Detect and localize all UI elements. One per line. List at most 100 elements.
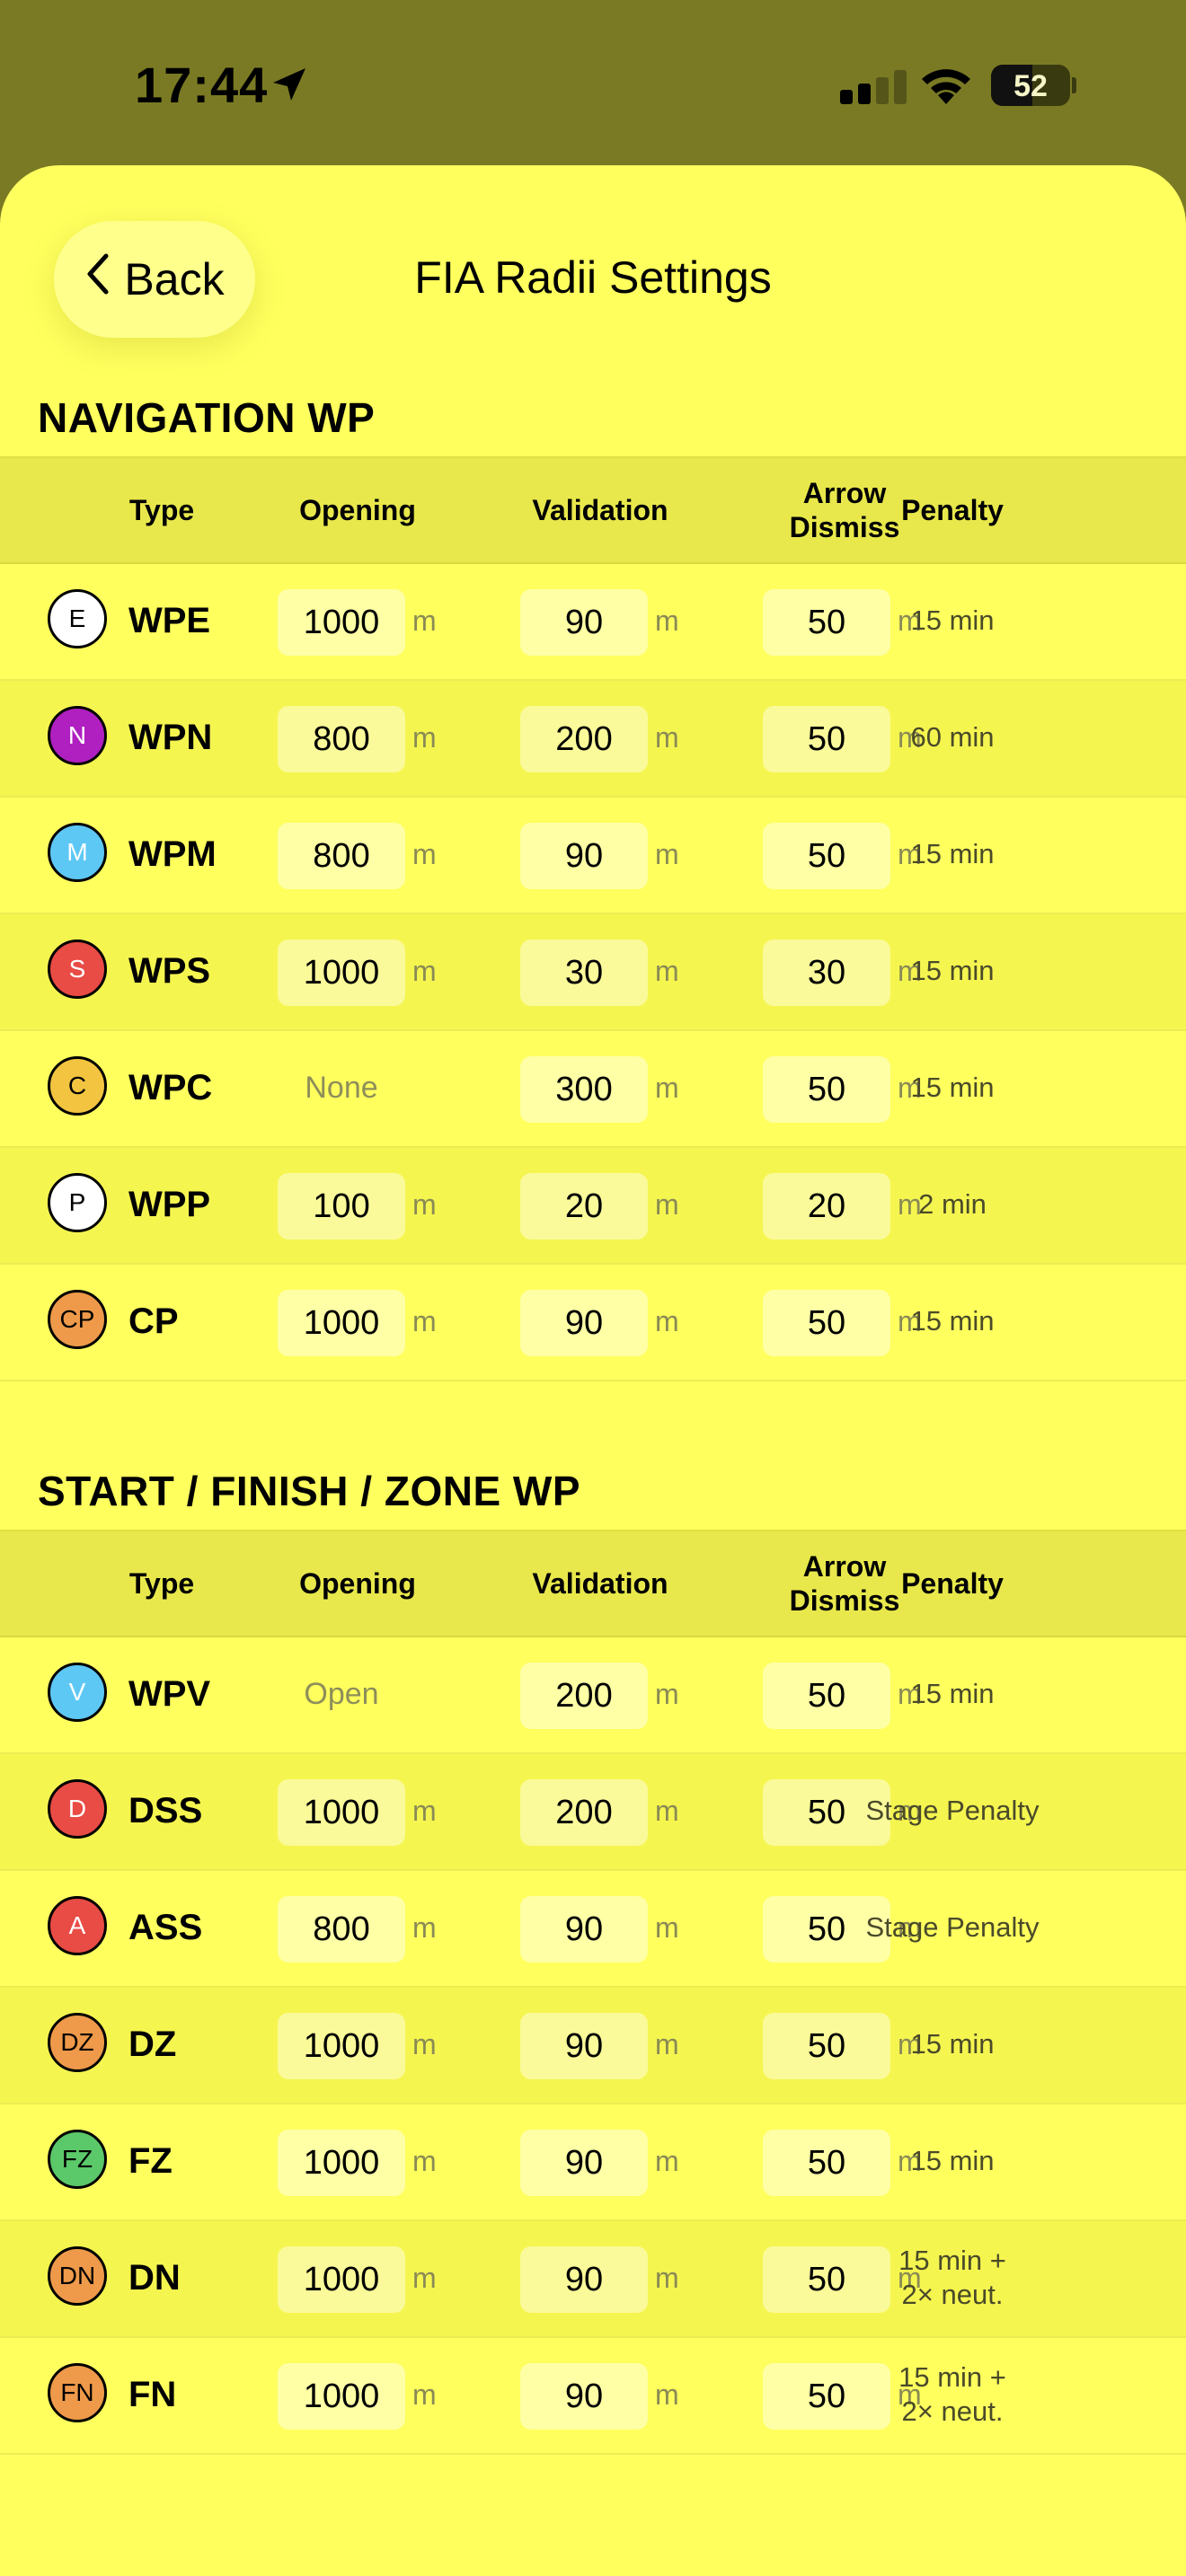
waypoint-badge-icon: E [48, 589, 107, 648]
waypoint-type-label: FN [128, 2374, 177, 2414]
opening-radius-input[interactable]: 1000 [278, 940, 405, 1006]
opening-unit-label: m [412, 2261, 437, 2294]
validation-radius-input[interactable]: 90 [520, 589, 648, 656]
opening-radius-value: None [305, 1070, 378, 1105]
column-header-type: Type [128, 494, 195, 526]
waypoint-badge-icon: S [48, 940, 107, 999]
radii-table: Type Opening Validation Arrow Dismiss Penalt… [0, 1530, 1186, 2455]
location-arrow-icon [270, 65, 309, 109]
opening-unit-label: m [412, 1304, 437, 1337]
radii-table: Type Opening Validation Arrow Dismiss Penalt… [0, 456, 1186, 1381]
table-row: DZ DZ 1000 m 90 m 50 m 15 min [0, 1988, 1186, 2104]
validation-radius-input[interactable]: 20 [520, 1173, 648, 1239]
waypoint-type-label: WPN [128, 717, 213, 757]
validation-radius-input[interactable]: 90 [520, 1896, 648, 1963]
cellular-signal-icon [840, 70, 910, 110]
validation-unit-label: m [655, 604, 679, 637]
validation-unit-label: m [655, 1910, 679, 1944]
penalty-value: Stage Penalty [865, 1795, 1040, 1826]
opening-unit-label: m [412, 604, 437, 637]
validation-radius-input[interactable]: 90 [520, 1290, 648, 1356]
opening-radius-input[interactable]: 800 [278, 706, 405, 772]
opening-unit-label: m [412, 2144, 437, 2177]
waypoint-badge-icon: FZ [48, 2130, 107, 2189]
battery-indicator: 52 [991, 65, 1070, 106]
penalty-value: 15 min [910, 2028, 995, 2060]
waypoint-badge-icon: DN [48, 2246, 107, 2306]
waypoint-type-label: WPS [128, 950, 211, 991]
opening-unit-label: m [412, 1794, 437, 1827]
table-row: DN DN 1000 m 90 m 50 m 15 min +2× neut. [0, 2221, 1186, 2338]
waypoint-type-label: WPV [128, 1673, 211, 1714]
waypoint-type-label: WPM [128, 834, 217, 874]
status-bar: 17:44 52 [0, 0, 1186, 162]
validation-unit-label: m [655, 1187, 679, 1221]
opening-radius-input[interactable]: 800 [278, 823, 405, 889]
table-row: N WPN 800 m 200 m 50 m 60 min [0, 681, 1186, 798]
table-row: V WPV Open 200 m 50 m 15 min [0, 1637, 1186, 1754]
validation-radius-input[interactable]: 300 [520, 1056, 648, 1123]
opening-radius-input[interactable]: 1000 [278, 1290, 405, 1356]
table-header-row: Type Opening Validation Arrow Dismiss Penalt… [0, 456, 1186, 564]
waypoint-type-label: WPE [128, 600, 211, 640]
opening-radius-input[interactable]: 1000 [278, 2363, 405, 2430]
validation-radius-input[interactable]: 90 [520, 823, 648, 889]
validation-radius-input[interactable]: 90 [520, 2246, 648, 2313]
opening-unit-label: m [412, 1910, 437, 1944]
penalty-value: 15 min [910, 838, 995, 869]
validation-unit-label: m [655, 1071, 679, 1104]
validation-radius-input[interactable]: 30 [520, 940, 648, 1006]
validation-unit-label: m [655, 2261, 679, 2294]
waypoint-badge-icon: N [48, 706, 107, 765]
validation-unit-label: m [655, 2027, 679, 2060]
validation-radius-input[interactable]: 90 [520, 2130, 648, 2196]
validation-radius-input[interactable]: 200 [520, 1663, 648, 1729]
penalty-value: 15 min [910, 1072, 995, 1103]
waypoint-type-label: ASS [128, 1907, 203, 1947]
waypoint-badge-icon: A [48, 1896, 107, 1955]
column-header-validation: Validation [532, 1567, 668, 1600]
opening-radius-input[interactable]: 1000 [278, 589, 405, 656]
validation-radius-input[interactable]: 200 [520, 1779, 648, 1846]
validation-radius-input[interactable]: 90 [520, 2363, 648, 2430]
validation-unit-label: m [655, 837, 679, 870]
settings-sheet: Back FIA Radii Settings NAVIGATION WP Typ… [0, 165, 1186, 2576]
opening-unit-label: m [412, 2378, 437, 2411]
waypoint-badge-icon: V [48, 1663, 107, 1722]
table-row: CP CP 1000 m 90 m 50 m 15 min [0, 1265, 1186, 1381]
waypoint-type-label: FZ [128, 2140, 173, 2181]
opening-radius-input[interactable]: 1000 [278, 2246, 405, 2313]
validation-radius-input[interactable]: 200 [520, 706, 648, 772]
opening-unit-label: m [412, 2027, 437, 2060]
waypoint-badge-icon: CP [48, 1290, 107, 1349]
table-row: D DSS 1000 m 200 m 50 m Stage Penalty [0, 1754, 1186, 1871]
opening-radius-input[interactable]: 1000 [278, 2013, 405, 2079]
waypoint-type-label: DN [128, 2257, 181, 2298]
opening-unit-label: m [412, 837, 437, 870]
section-title: NAVIGATION WP [38, 394, 376, 441]
opening-radius-input[interactable]: 1000 [278, 1779, 405, 1846]
validation-unit-label: m [655, 2144, 679, 2177]
opening-radius-input[interactable]: 100 [278, 1173, 405, 1239]
penalty-value: 15 min [910, 1305, 995, 1337]
wifi-icon [918, 65, 974, 110]
waypoint-badge-icon: DZ [48, 2013, 107, 2072]
waypoint-type-label: DSS [128, 1790, 203, 1831]
opening-radius-input[interactable]: 1000 [278, 2130, 405, 2196]
column-header-opening: Opening [299, 494, 416, 526]
table-row: S WPS 1000 m 30 m 30 m 15 min [0, 914, 1186, 1031]
status-time: 17:44 [135, 57, 269, 113]
penalty-value: 15 min +2× neut. [898, 2245, 1006, 2310]
column-header-penalty: Penalty [901, 494, 1004, 526]
validation-unit-label: m [655, 954, 679, 987]
opening-unit-label: m [412, 1187, 437, 1221]
waypoint-badge-icon: P [48, 1173, 107, 1232]
opening-unit-label: m [412, 720, 437, 754]
table-row: FN FN 1000 m 90 m 50 m 15 min +2× neut. [0, 2338, 1186, 2455]
battery-cap [1072, 77, 1076, 93]
opening-unit-label: m [412, 954, 437, 987]
opening-radius-input[interactable]: 800 [278, 1896, 405, 1963]
waypoint-badge-icon: M [48, 823, 107, 882]
validation-radius-input[interactable]: 90 [520, 2013, 648, 2079]
validation-unit-label: m [655, 2378, 679, 2411]
